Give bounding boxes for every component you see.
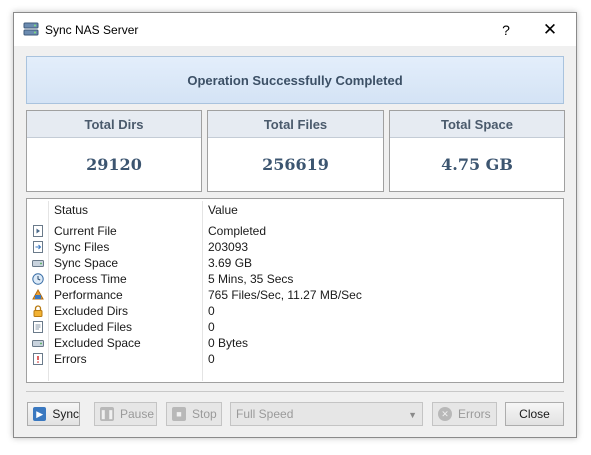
row-value: 0 Bytes [208,336,249,350]
sync-button[interactable]: ▶ Sync [27,402,80,426]
row-label: Excluded Dirs [54,304,129,318]
row-label: Errors [54,352,87,366]
row-value: 3.69 GB [208,256,253,270]
total-files-label: Total Files [208,111,383,138]
play-icon: ▶ [33,407,47,421]
row-label: Excluded Space [54,336,141,350]
table-row[interactable]: Excluded Space 0 Bytes [27,335,563,351]
performance-icon [32,289,44,300]
window-title: Sync NAS Server [45,23,139,37]
table-row[interactable]: Process Time 5 Mins, 35 Secs [27,271,563,287]
total-space-panel: Total Space 4.75 GB [389,110,565,192]
row-label: Process Time [54,272,127,286]
errors-button[interactable]: ✕ Errors [432,402,497,426]
drive-icon [32,260,44,267]
footer-divider [26,391,564,392]
row-label: Excluded Files [54,320,133,334]
drive-icon [32,340,44,347]
close-button[interactable]: Close [505,402,564,426]
errors-icon: ✕ [438,407,452,421]
row-value: 5 Mins, 35 Secs [208,272,294,286]
pause-icon: ❚❚ [99,407,115,421]
row-label: Sync Space [54,256,119,270]
stop-icon: ■ [172,407,186,421]
chevron-down-icon: ▼ [408,410,417,420]
row-value: 0 [208,352,215,366]
clock-icon [32,273,44,285]
nas-server-icon [23,22,39,36]
lock-icon [33,305,43,317]
stop-button-label: Stop [192,407,217,421]
row-value: 765 Files/Sec, 11.27 MB/Sec [208,288,362,302]
pause-button-label: Pause [120,407,155,421]
row-label: Current File [54,224,117,238]
total-files-value: 256619 [262,155,329,174]
table-row[interactable]: Sync Files 203093 [27,239,563,255]
status-column-header[interactable]: Status [54,203,88,217]
file-play-icon [33,225,43,237]
row-value: 203093 [208,240,249,254]
row-value: Completed [208,224,267,238]
table-row[interactable]: Excluded Dirs 0 [27,303,563,319]
total-dirs-value: 29120 [86,155,142,174]
stop-button[interactable]: ■ Stop [166,402,222,426]
table-row[interactable]: Sync Space 3.69 GB [27,255,563,271]
status-banner: Operation Successfully Completed [26,56,564,104]
sync-files-icon [33,241,43,253]
status-grid[interactable]: Status Value Current File Completed Sync… [26,198,564,383]
row-label: Sync Files [54,240,110,254]
value-column-header[interactable]: Value [208,203,238,217]
table-row[interactable]: Excluded Files 0 [27,319,563,335]
total-space-value: 4.75 GB [441,155,513,174]
title-bar: Sync NAS Server ? ✕ [14,13,576,46]
row-value: 0 [208,304,215,318]
pause-button[interactable]: ❚❚ Pause [94,402,157,426]
errors-button-label: Errors [458,407,491,421]
table-row[interactable]: Current File Completed [27,223,563,239]
total-dirs-label: Total Dirs [27,111,201,138]
sync-button-label: Sync [52,407,79,421]
total-files-panel: Total Files 256619 [207,110,384,192]
close-window-button[interactable]: ✕ [528,13,572,46]
total-dirs-panel: Total Dirs 29120 [26,110,202,192]
table-row[interactable]: Errors 0 [27,351,563,367]
speed-select[interactable]: Full Speed ▼ [230,402,423,426]
row-value: 0 [208,320,215,334]
help-button[interactable]: ? [484,13,528,46]
row-label: Performance [54,288,123,302]
speed-select-value: Full Speed [236,407,294,421]
total-space-label: Total Space [390,111,564,138]
table-row[interactable]: Performance 765 Files/Sec, 11.27 MB/Sec [27,287,563,303]
error-icon [33,353,43,365]
excluded-file-icon [33,321,43,333]
grid-header: Status Value [27,199,563,221]
dialog-window: Sync NAS Server ? ✕ Operation Successful… [13,12,577,438]
